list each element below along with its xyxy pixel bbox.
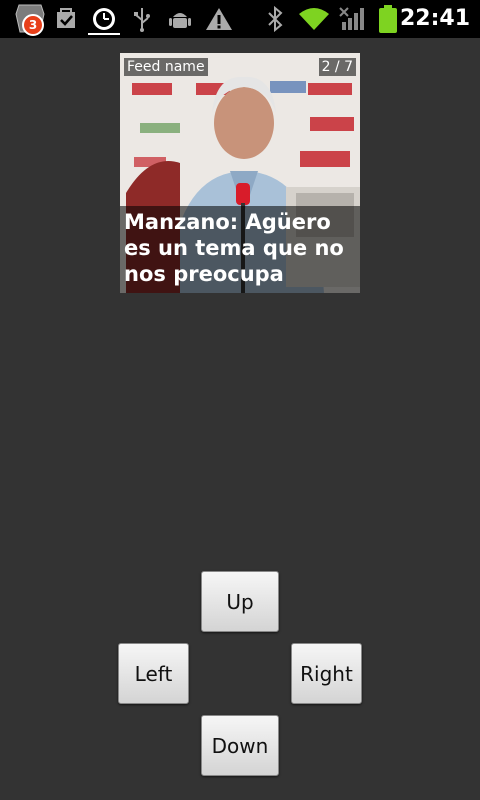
down-button[interactable]: Down	[201, 715, 279, 776]
battery-icon	[376, 0, 400, 38]
status-bar: 3 22:41	[0, 0, 480, 38]
android-debug-icon	[166, 0, 194, 38]
notification-count-badge: 3	[22, 14, 44, 36]
active-indicator	[88, 33, 120, 35]
left-button[interactable]: Left	[118, 643, 189, 704]
up-button[interactable]: Up	[201, 571, 279, 632]
usb-icon	[130, 0, 154, 38]
feed-name-label: Feed name	[124, 58, 208, 76]
bluetooth-icon	[264, 0, 286, 38]
right-button[interactable]: Right	[291, 643, 362, 704]
warning-icon	[204, 0, 234, 38]
signal-icon	[338, 0, 366, 38]
checkbox-icon	[54, 0, 78, 38]
status-time: 22:41	[399, 6, 470, 31]
feed-card[interactable]: Feed name 2 / 7 Manzano: Agüero es un te…	[120, 53, 360, 293]
feed-position-counter: 2 / 7	[318, 58, 356, 76]
feed-headline: Manzano: Agüero es un tema que no nos pr…	[124, 210, 344, 286]
wifi-icon	[296, 0, 332, 38]
